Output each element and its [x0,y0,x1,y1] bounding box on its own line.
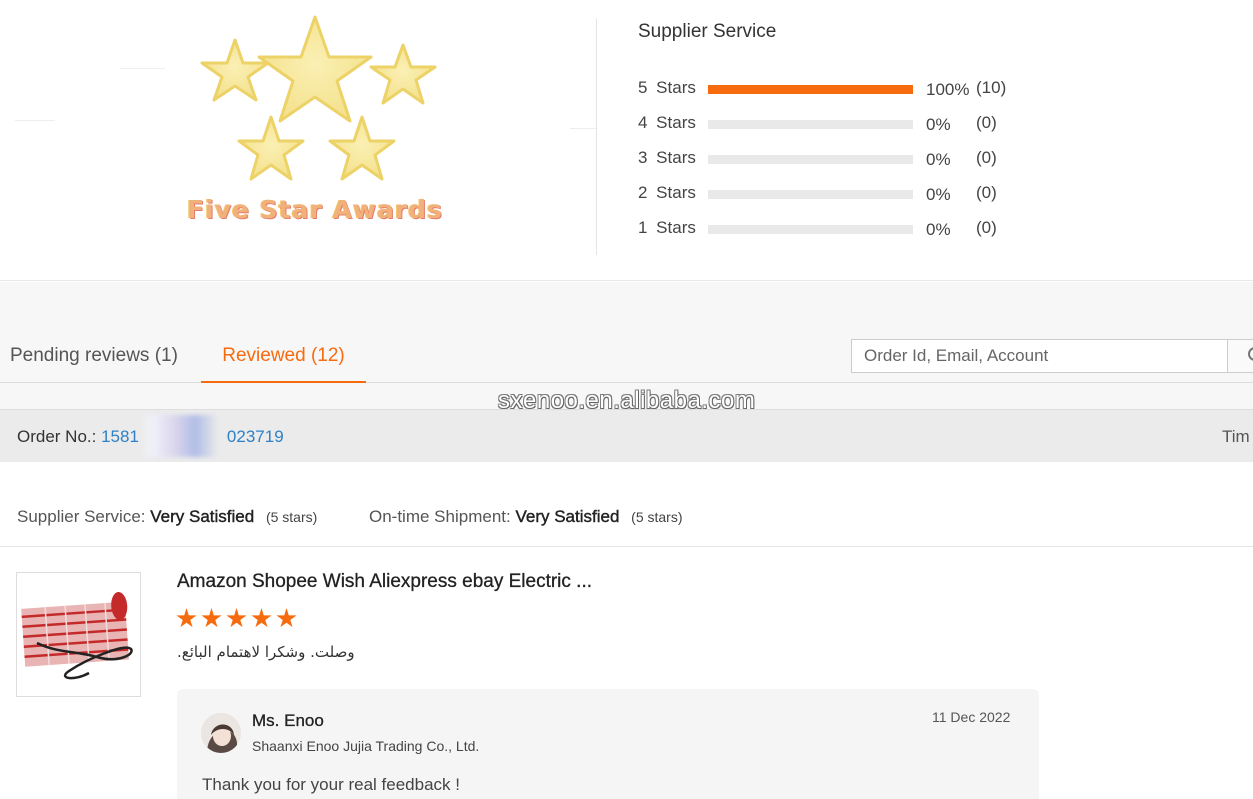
rating-bar [708,225,913,234]
search-input[interactable] [851,339,1228,373]
rating-row-5: 5 Stars 100% (10) [638,78,1058,99]
rating-count: (10) [976,78,1007,97]
rating-label: 2 Stars [638,183,696,202]
rating-percent: 0% [926,185,951,204]
rating-label: 3 Stars [638,148,696,167]
rating-bar [708,155,913,164]
rating-percent: 0% [926,220,951,239]
product-title[interactable]: Amazon Shopee Wish Aliexpress ebay Elect… [177,571,592,593]
rating-count: (0) [976,113,997,132]
order-number-label: Order No.: [17,427,97,446]
summary-value: Very Satisfied [515,507,620,526]
rating-bar-fill [708,85,913,94]
star-icon [276,608,297,628]
product-thumbnail[interactable] [16,572,141,697]
divider [570,128,596,129]
order-time-label: Tim [1222,427,1250,446]
badge-title: Five Star Awards [187,195,443,224]
star-icon [226,608,247,628]
stars-logo-icon [200,15,437,181]
rating-row-2: 2 Stars 0% (0) [638,183,1058,204]
rating-percent: 0% [926,115,951,134]
replier-name: Ms. Enoo [252,711,324,730]
supplier-service-summary: Supplier Service: Very Satisfied (5 star… [17,507,317,527]
star-icon [251,608,272,628]
replier-company: Shaanxi Enoo Jujia Trading Co., Ltd. [252,738,480,754]
reply-text: Thank you for your real feedback ! [202,775,460,794]
rating-label: 5 Stars [638,78,696,97]
rating-label: 1 Stars [638,218,696,237]
divider [120,68,165,69]
order-header: Order No.: 1581 023719 Tim [0,409,1253,462]
tab-reviewed[interactable]: Reviewed (12) [201,330,366,383]
rating-row-3: 3 Stars 0% (0) [638,148,1058,169]
vertical-divider [596,18,597,255]
summary-label: Supplier Service: [17,507,146,526]
rating-row-1: 1 Stars 0% (0) [638,218,1058,239]
summary-label: On-time Shipment: [369,507,511,526]
rating-percent: 0% [926,150,951,169]
divider [15,120,55,121]
redaction-blur [143,415,218,457]
rating-row-4: 4 Stars 0% (0) [638,113,1058,134]
avatar [201,713,241,753]
rating-bar [708,120,913,129]
rating-count: (0) [976,148,997,167]
watermark: sxenoo.en.alibaba.com [498,387,756,414]
star-icon [201,608,222,628]
rating-label: 4 Stars [638,113,696,132]
five-star-awards-badge: Five Star Awards [175,5,455,245]
avatar-icon [201,713,241,753]
tab-pending-reviews[interactable]: Pending reviews (1) [10,330,178,383]
rating-bar [708,85,913,94]
ratings-title: Supplier Service [638,21,777,42]
service-summary: Supplier Service: Very Satisfied (5 star… [0,505,1253,547]
rating-percent: 100% [926,80,970,99]
supplier-service-ratings: Supplier Service 5 Stars 100% (10) 4 Sta… [638,18,1058,239]
summary-stars: (5 stars) [631,509,683,525]
supplier-reply: Ms. Enoo Shaanxi Enoo Jujia Trading Co.,… [177,689,1039,799]
summary-stars: (5 stars) [265,509,318,525]
order-id-prefix[interactable]: 1581 [101,427,139,446]
rating-count: (0) [976,218,997,237]
rating-bar [708,190,913,199]
rating-overview: Five Star Awards Supplier Service 5 Star… [0,0,1253,281]
order-id-suffix[interactable]: 023719 [227,427,284,446]
rating-count: (0) [976,183,997,202]
review-text: وصلت. وشكرا لاهتمام البائع. [177,643,355,661]
review-stars [176,608,301,630]
summary-value: Very Satisfied [150,507,255,526]
search-icon [1248,347,1253,361]
search-button[interactable] [1227,339,1253,373]
star-icon [176,608,197,628]
heating-mat-image [17,573,140,696]
shipment-summary: On-time Shipment: Very Satisfied (5 star… [369,507,683,527]
reply-date: 11 Dec 2022 [932,709,1011,725]
